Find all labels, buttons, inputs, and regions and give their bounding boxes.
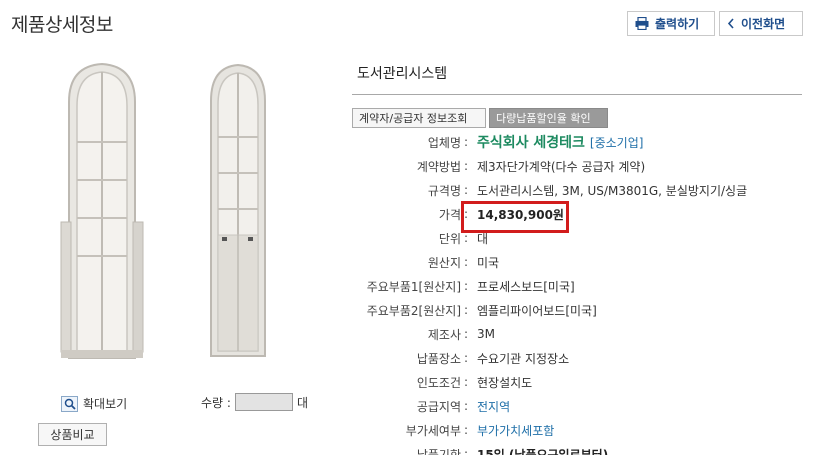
previous-screen-button[interactable]: 이전화면 [719, 11, 803, 36]
spec-label: 가격 [438, 207, 461, 222]
quantity-input[interactable] [234, 393, 293, 411]
spec-value: 프로세스보드[미국] [477, 279, 575, 294]
printer-icon [635, 17, 649, 30]
product-image-gate-front [60, 62, 144, 359]
company-name[interactable]: 주식회사 세경테크 [477, 135, 585, 151]
page-title: 제품상세정보 [11, 14, 113, 36]
zoom-label: 확대보기 [83, 397, 128, 411]
spec-row-vat: 부가세여부 : 부가가치세포함 [330, 418, 810, 442]
spec-label: 공급지역 [416, 399, 461, 414]
bulk-discount-button[interactable]: 다량납품할인율 확인 [489, 108, 608, 128]
print-button-label: 출력하기 [655, 17, 700, 31]
spec-label: 단위 [438, 231, 461, 246]
spec-row-delivery-place: 납품장소 : 수요기관 지정장소 [330, 346, 810, 370]
magnifier-icon [61, 395, 78, 412]
spec-row-maker: 제조사 : 3M [330, 322, 810, 346]
spec-row-delivery-period: 납품기한 : 15일 (납품요구일로부터) [330, 442, 810, 455]
previous-screen-label: 이전화면 [741, 17, 786, 31]
spec-label: 업체명 [427, 135, 461, 150]
spec-label: 부가세여부 [405, 423, 461, 438]
zoom-button[interactable]: 확대보기 [61, 395, 127, 412]
company-size-tag: [중소기업] [589, 136, 644, 150]
spec-label: 납품장소 [416, 351, 461, 366]
spec-label: 인도조건 [416, 375, 461, 390]
quantity-unit: 대 [296, 395, 308, 410]
contractor-info-button[interactable]: 계약자/공급자 정보조회 [352, 108, 486, 128]
spec-label: 주요부품2[원산지] [366, 303, 461, 318]
supply-area-link[interactable]: 전지역 [471, 398, 510, 415]
spec-label: 계약방법 [416, 159, 461, 174]
spec-value: 3M [477, 327, 495, 341]
quantity-group: 수량 : 대 [201, 393, 308, 411]
spec-label: 원산지 [427, 255, 461, 270]
spec-row-part2: 주요부품2[원산지] : 엠플리파이어보드[미국] [330, 298, 810, 322]
chevron-left-icon [727, 18, 734, 29]
spec-row-standard: 규격명 : 도서관리시스템, 3M, US/M3801G, 분실방지기/싱글 [330, 178, 810, 202]
compare-products-button[interactable]: 상품비교 [38, 423, 107, 446]
spec-row-supply-area: 공급지역 : 전지역 [330, 394, 810, 418]
spec-table: 업체명 : 주식회사 세경테크 [중소기업] 계약방법 : 제3자단가계약(다수 … [330, 130, 810, 455]
spec-row-delivery-terms: 인도조건 : 현장설치도 [330, 370, 810, 394]
spec-value: 현장설치도 [477, 375, 533, 390]
spec-label: 납품기한 [416, 447, 461, 455]
spec-row-company: 업체명 : 주식회사 세경테크 [중소기업] [330, 130, 810, 154]
spec-value: 미국 [477, 255, 500, 270]
spec-value: 도서관리시스템, 3M, US/M3801G, 분실방지기/싱글 [477, 183, 748, 198]
spec-row-contract-method: 계약방법 : 제3자단가계약(다수 공급자 계약) [330, 154, 810, 178]
vat-link[interactable]: 부가가치세포함 [471, 422, 554, 439]
title-divider [352, 94, 802, 95]
spec-row-part1: 주요부품1[원산지] : 프로세스보드[미국] [330, 274, 810, 298]
quantity-label: 수량 : [201, 395, 231, 410]
spec-label: 규격명 [427, 183, 461, 198]
print-button[interactable]: 출력하기 [627, 11, 715, 36]
spec-row-origin: 원산지 : 미국 [330, 250, 810, 274]
spec-label: 제조사 [427, 327, 461, 342]
spec-row-price: 가격 : 14,830,900원 [330, 202, 810, 226]
spec-row-unit: 단위 : 대 [330, 226, 810, 250]
spec-label: 주요부품1[원산지] [366, 279, 461, 294]
spec-value: 엠플리파이어보드[미국] [477, 303, 597, 318]
spec-value: 수요기관 지정장소 [477, 351, 570, 366]
spec-value: 15일 (납품요구일로부터) [477, 447, 609, 455]
price-highlight-box [461, 201, 569, 233]
spec-value: 제3자단가계약(다수 공급자 계약) [477, 159, 646, 174]
product-name: 도서관리시스템 [357, 66, 448, 82]
product-image-gate-side [210, 63, 266, 357]
